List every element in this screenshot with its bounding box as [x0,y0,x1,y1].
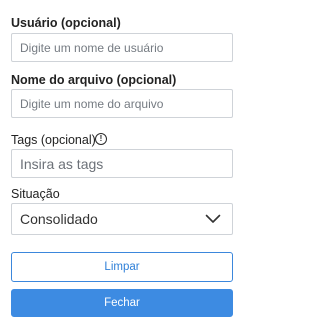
filename-label: Nome do arquivo (opcional) [11,73,177,87]
status-label: Situação [11,187,60,201]
status-selected-value: Consolidado [20,211,98,227]
info-icon[interactable]: ! [95,133,107,145]
clear-button[interactable]: Limpar [11,252,233,282]
close-button[interactable]: Fechar [11,289,233,317]
chevron-down-icon [205,214,221,223]
tags-label: Tags (opcional) [11,133,96,147]
status-select[interactable]: Consolidado [11,203,233,235]
filter-panel: Usuário (opcional) Nome do arquivo (opci… [0,0,246,328]
tags-input[interactable] [11,149,233,178]
filename-input[interactable] [11,89,233,118]
username-label: Usuário (opcional) [11,16,121,30]
username-input[interactable] [11,33,233,62]
